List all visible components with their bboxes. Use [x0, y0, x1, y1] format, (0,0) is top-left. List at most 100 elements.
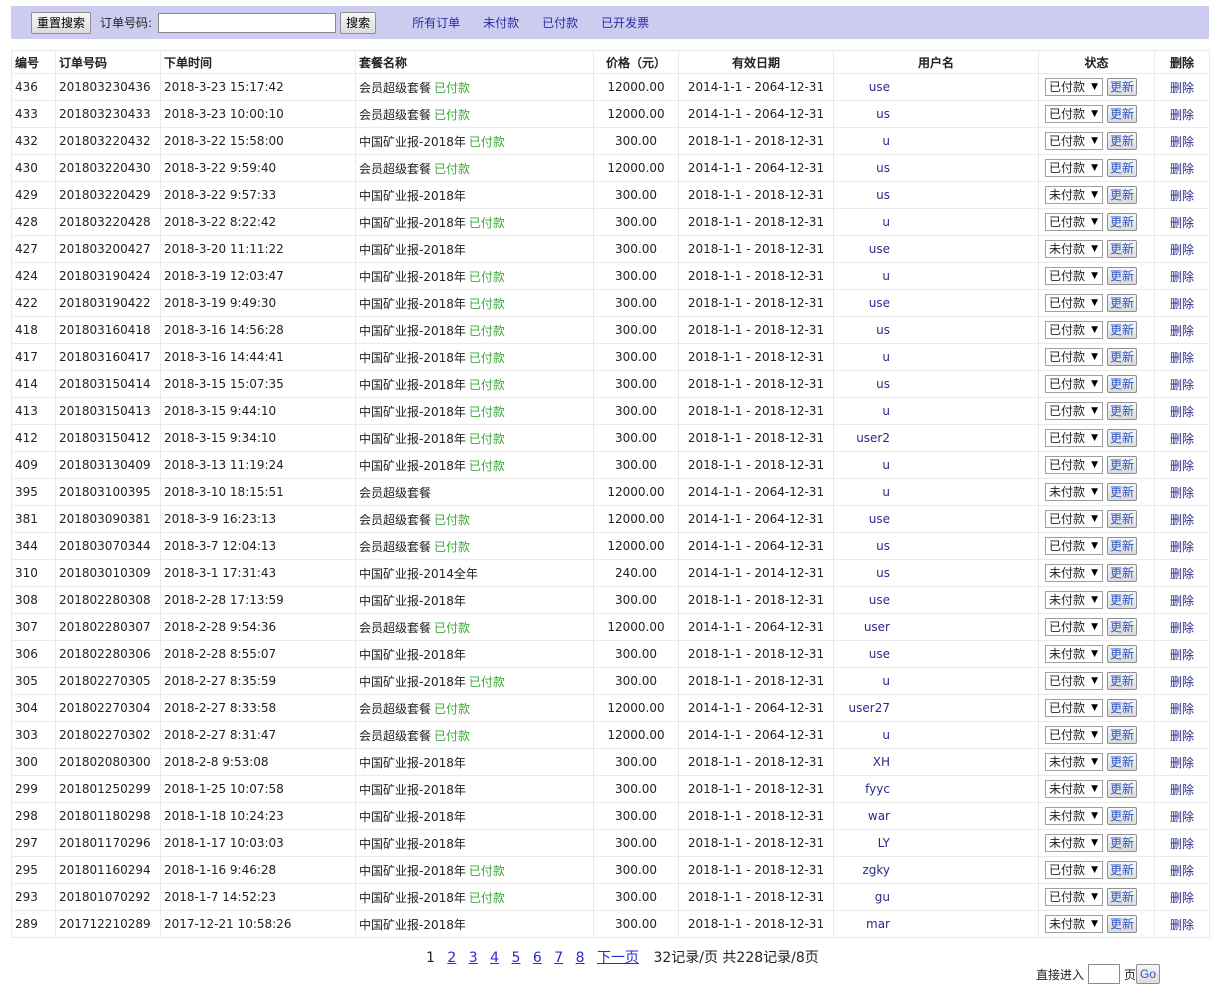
delete-link[interactable]: 删除 — [1170, 702, 1194, 716]
delete-link[interactable]: 删除 — [1170, 621, 1194, 635]
update-button[interactable]: 更新 — [1107, 483, 1138, 501]
order-number-input[interactable] — [158, 12, 337, 33]
delete-link[interactable]: 删除 — [1170, 837, 1194, 851]
status-select[interactable]: 已付款 ▼ — [1045, 618, 1103, 636]
update-button[interactable]: 更新 — [1107, 267, 1138, 285]
update-button[interactable]: 更新 — [1107, 618, 1138, 636]
status-select[interactable]: 已付款 ▼ — [1045, 402, 1103, 420]
update-button[interactable]: 更新 — [1107, 726, 1138, 744]
status-select[interactable]: 未付款 ▼ — [1045, 186, 1103, 204]
delete-link[interactable]: 删除 — [1170, 864, 1194, 878]
status-select[interactable]: 已付款 ▼ — [1045, 672, 1103, 690]
delete-link[interactable]: 删除 — [1170, 108, 1194, 122]
delete-link[interactable]: 删除 — [1170, 540, 1194, 554]
update-button[interactable]: 更新 — [1107, 753, 1138, 771]
status-select[interactable]: 未付款 ▼ — [1045, 591, 1103, 609]
update-button[interactable]: 更新 — [1107, 672, 1138, 690]
status-select[interactable]: 已付款 ▼ — [1045, 105, 1103, 123]
status-select[interactable]: 已付款 ▼ — [1045, 294, 1103, 312]
status-select[interactable]: 已付款 ▼ — [1045, 159, 1103, 177]
delete-link[interactable]: 删除 — [1170, 378, 1194, 392]
update-button[interactable]: 更新 — [1107, 456, 1138, 474]
delete-link[interactable]: 删除 — [1170, 81, 1194, 95]
reset-search-button[interactable]: 重置搜索 — [31, 11, 92, 34]
filter-all-orders-link[interactable]: 所有订单 — [412, 14, 460, 31]
delete-link[interactable]: 删除 — [1170, 459, 1194, 473]
status-select[interactable]: 已付款 ▼ — [1045, 888, 1103, 906]
update-button[interactable]: 更新 — [1107, 834, 1138, 852]
status-select[interactable]: 已付款 ▼ — [1045, 699, 1103, 717]
status-select[interactable]: 未付款 ▼ — [1045, 834, 1103, 852]
update-button[interactable]: 更新 — [1107, 105, 1138, 123]
update-button[interactable]: 更新 — [1107, 780, 1138, 798]
update-button[interactable]: 更新 — [1107, 807, 1138, 825]
page-jump-go-button[interactable]: Go — [1136, 964, 1161, 984]
delete-link[interactable]: 删除 — [1170, 918, 1194, 932]
status-select[interactable]: 已付款 ▼ — [1045, 348, 1103, 366]
filter-unpaid-link[interactable]: 未付款 — [483, 14, 519, 31]
delete-link[interactable]: 删除 — [1170, 189, 1194, 203]
update-button[interactable]: 更新 — [1107, 510, 1138, 528]
delete-link[interactable]: 删除 — [1170, 729, 1194, 743]
update-button[interactable]: 更新 — [1107, 294, 1138, 312]
update-button[interactable]: 更新 — [1107, 321, 1138, 339]
delete-link[interactable]: 删除 — [1170, 567, 1194, 581]
status-select[interactable]: 未付款 ▼ — [1045, 807, 1103, 825]
status-select[interactable]: 已付款 ▼ — [1045, 321, 1103, 339]
delete-link[interactable]: 删除 — [1170, 648, 1194, 662]
update-button[interactable]: 更新 — [1107, 861, 1138, 879]
search-button[interactable]: 搜索 — [340, 11, 377, 34]
update-button[interactable]: 更新 — [1107, 375, 1138, 393]
status-select[interactable]: 已付款 ▼ — [1045, 132, 1103, 150]
page-link-3[interactable]: 3 — [469, 950, 478, 966]
status-select[interactable]: 未付款 ▼ — [1045, 240, 1103, 258]
status-select[interactable]: 未付款 ▼ — [1045, 753, 1103, 771]
delete-link[interactable]: 删除 — [1170, 135, 1194, 149]
status-select[interactable]: 已付款 ▼ — [1045, 456, 1103, 474]
update-button[interactable]: 更新 — [1107, 213, 1138, 231]
delete-link[interactable]: 删除 — [1170, 270, 1194, 284]
status-select[interactable]: 已付款 ▼ — [1045, 375, 1103, 393]
update-button[interactable]: 更新 — [1107, 888, 1138, 906]
delete-link[interactable]: 删除 — [1170, 675, 1194, 689]
update-button[interactable]: 更新 — [1107, 591, 1138, 609]
status-select[interactable]: 已付款 ▼ — [1045, 861, 1103, 879]
page-link-8[interactable]: 8 — [576, 950, 585, 966]
delete-link[interactable]: 删除 — [1170, 783, 1194, 797]
delete-link[interactable]: 删除 — [1170, 243, 1194, 257]
update-button[interactable]: 更新 — [1107, 402, 1138, 420]
status-select[interactable]: 已付款 ▼ — [1045, 537, 1103, 555]
filter-paid-link[interactable]: 已付款 — [542, 14, 578, 31]
status-select[interactable]: 未付款 ▼ — [1045, 780, 1103, 798]
delete-link[interactable]: 删除 — [1170, 594, 1194, 608]
update-button[interactable]: 更新 — [1107, 915, 1138, 933]
update-button[interactable]: 更新 — [1107, 159, 1138, 177]
delete-link[interactable]: 删除 — [1170, 513, 1194, 527]
delete-link[interactable]: 删除 — [1170, 432, 1194, 446]
delete-link[interactable]: 删除 — [1170, 162, 1194, 176]
filter-invoiced-link[interactable]: 已开发票 — [601, 14, 649, 31]
delete-link[interactable]: 删除 — [1170, 891, 1194, 905]
status-select[interactable]: 未付款 ▼ — [1045, 483, 1103, 501]
delete-link[interactable]: 删除 — [1170, 405, 1194, 419]
page-link-5[interactable]: 5 — [512, 950, 521, 966]
delete-link[interactable]: 删除 — [1170, 486, 1194, 500]
update-button[interactable]: 更新 — [1107, 429, 1138, 447]
page-link-6[interactable]: 6 — [533, 950, 542, 966]
page-jump-input[interactable] — [1088, 964, 1121, 984]
status-select[interactable]: 已付款 ▼ — [1045, 78, 1103, 96]
status-select[interactable]: 已付款 ▼ — [1045, 510, 1103, 528]
page-link-7[interactable]: 7 — [554, 950, 563, 966]
delete-link[interactable]: 删除 — [1170, 216, 1194, 230]
next-page-link[interactable]: 下一页 — [597, 950, 639, 966]
delete-link[interactable]: 删除 — [1170, 297, 1194, 311]
delete-link[interactable]: 删除 — [1170, 810, 1194, 824]
status-select[interactable]: 已付款 ▼ — [1045, 429, 1103, 447]
status-select[interactable]: 未付款 ▼ — [1045, 915, 1103, 933]
page-link-4[interactable]: 4 — [490, 950, 499, 966]
status-select[interactable]: 已付款 ▼ — [1045, 726, 1103, 744]
status-select[interactable]: 已付款 ▼ — [1045, 267, 1103, 285]
update-button[interactable]: 更新 — [1107, 645, 1138, 663]
update-button[interactable]: 更新 — [1107, 78, 1138, 96]
update-button[interactable]: 更新 — [1107, 537, 1138, 555]
